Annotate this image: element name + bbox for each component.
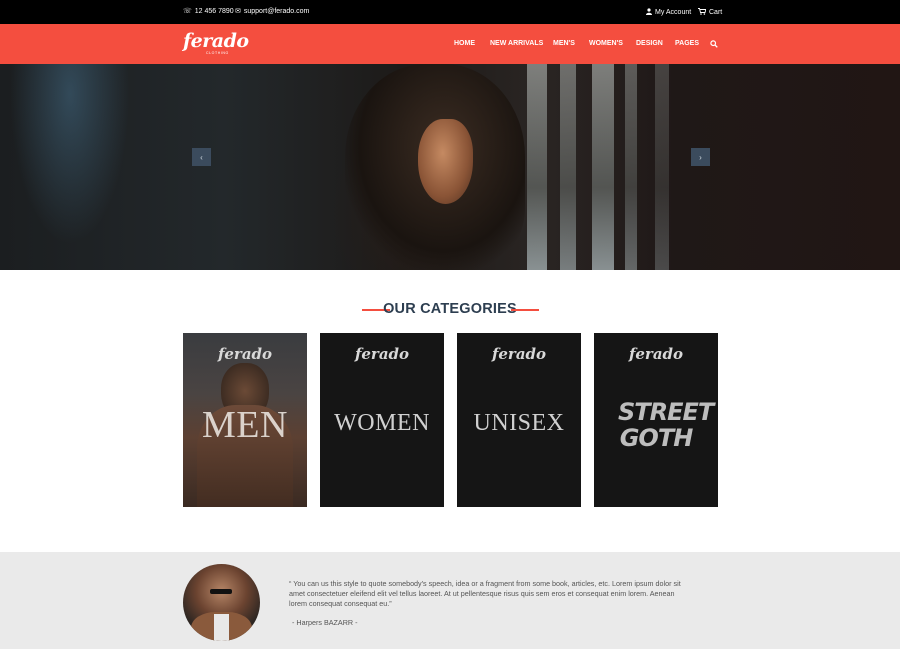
testimonial-quote: “ You can us this style to quote somebod… [289, 579, 681, 608]
avatar-shirt [214, 614, 229, 641]
logo[interactable]: ferado [183, 30, 249, 52]
email-contact[interactable]: ✉ support@ferado.com [235, 8, 309, 15]
categories-title: OUR CATEGORIES [383, 301, 517, 317]
search-icon[interactable] [710, 40, 718, 48]
avatar-sunglasses [210, 589, 232, 594]
nav-item-new-arrivals[interactable]: NEW ARRIVALS [490, 40, 543, 47]
hero-model-face [418, 119, 473, 204]
category-brand: ferado [491, 345, 547, 363]
phone-icon: ☏ [183, 8, 192, 15]
title-decoration-right [511, 309, 539, 311]
slider-next-button[interactable]: › [691, 148, 710, 166]
testimonial-avatar [183, 564, 260, 641]
cart-icon [698, 8, 707, 17]
top-bar: ☏ 12 456 7890 ✉ support@ferado.com My Ac… [0, 0, 900, 24]
category-label: UNISEX [473, 410, 565, 436]
main-navigation: ferado CLOTHING HOME NEW ARRIVALS MEN'S … [0, 24, 900, 64]
hero-fence-slat [527, 64, 547, 270]
nav-item-design[interactable]: DESIGN [636, 40, 663, 47]
my-account-label: My Account [655, 9, 692, 16]
user-icon [646, 8, 652, 17]
category-card-street-goth[interactable]: ferado STREET GOTH [594, 333, 718, 507]
nav-item-womens[interactable]: WOMEN'S [589, 40, 623, 47]
testimonial-author: - Harpers BAZARR - [292, 618, 358, 627]
hero-background-light [0, 64, 130, 270]
category-brand: ferado [217, 345, 273, 363]
category-card-men[interactable]: ferado MEN [183, 333, 307, 507]
email-address: support@ferado.com [243, 8, 310, 15]
category-label: MEN [202, 404, 288, 446]
hero-fence-slat [655, 64, 669, 270]
category-brand: ferado [628, 345, 684, 363]
slider-prev-button[interactable]: ‹ [192, 148, 211, 166]
category-card-unisex[interactable]: ferado UNISEX [457, 333, 581, 507]
category-card-women[interactable]: ferado WOMEN [320, 333, 444, 507]
envelope-icon: ✉ [235, 8, 241, 15]
logo-subtitle: CLOTHING [206, 51, 229, 55]
cart-link[interactable]: Cart [698, 8, 722, 17]
category-label: STREET GOTH [618, 398, 714, 452]
nav-item-home[interactable]: HOME [454, 40, 475, 47]
hero-fence-slat [625, 64, 637, 270]
my-account-link[interactable]: My Account [646, 8, 691, 17]
category-label: WOMEN [334, 410, 430, 436]
category-brand: ferado [354, 345, 410, 363]
nav-item-mens[interactable]: MEN'S [553, 40, 575, 47]
hero-slider [0, 64, 900, 270]
phone-number: 12 456 7890 [194, 8, 234, 15]
phone-contact[interactable]: ☏ 12 456 7890 [183, 8, 234, 15]
nav-item-pages[interactable]: PAGES [675, 40, 699, 47]
hero-fence-slat [560, 64, 576, 270]
cart-label: Cart [709, 9, 723, 16]
hero-fence-slat [592, 64, 614, 270]
